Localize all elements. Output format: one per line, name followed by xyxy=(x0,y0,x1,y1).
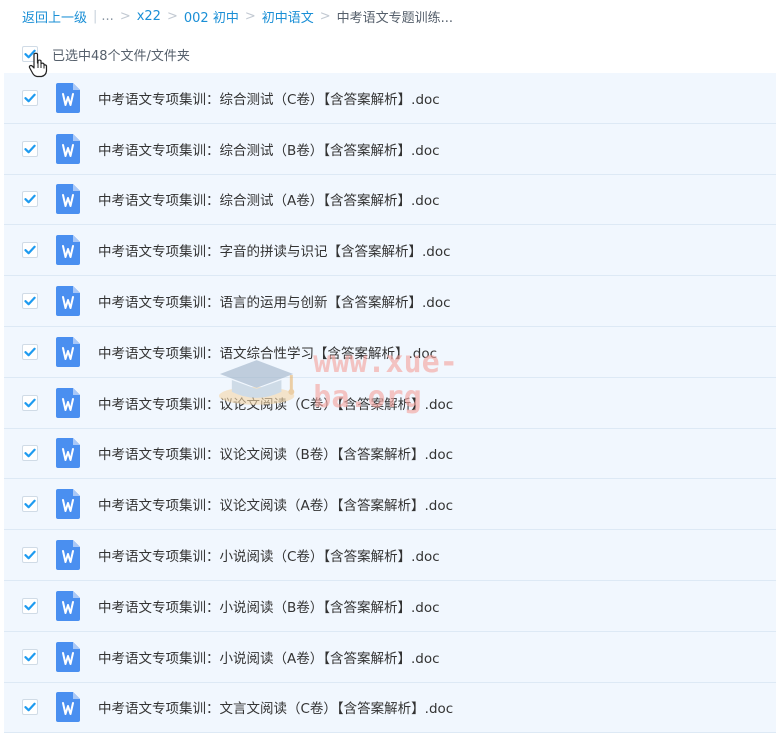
checkmark-icon xyxy=(24,398,36,407)
selection-count-label: 已选中48个文件/文件夹 xyxy=(52,48,190,64)
word-doc-icon xyxy=(56,641,80,672)
breadcrumb-divider: | xyxy=(93,8,98,24)
checkmark-icon xyxy=(24,144,36,153)
file-checkbox[interactable] xyxy=(22,394,38,411)
checkmark-icon xyxy=(24,49,36,59)
breadcrumb-item-junior-high[interactable]: 002 初中 xyxy=(184,7,239,26)
file-name[interactable]: 中考语文专项集训：议论文阅读（C卷）【含答案解析】.doc xyxy=(98,393,453,413)
file-row[interactable]: 中考语文专项集训：文言文阅读（C卷）【含答案解析】.doc xyxy=(4,682,776,734)
breadcrumb-separator: > xyxy=(119,8,131,24)
breadcrumb-ellipsis[interactable]: ... xyxy=(101,9,113,24)
file-name[interactable]: 中考语文专项集训：小说阅读（A卷）【含答案解析】.doc xyxy=(98,647,440,667)
checkmark-icon xyxy=(24,499,36,509)
checkmark-icon xyxy=(24,296,36,306)
select-all-bar: 已选中48个文件/文件夹 xyxy=(22,44,190,64)
file-row[interactable]: 中考语文专项集训：综合测试（B卷）【含答案解析】.doc xyxy=(4,123,776,175)
breadcrumb-separator: > xyxy=(319,8,331,24)
word-doc-icon xyxy=(56,336,80,367)
checkmark-icon xyxy=(24,347,36,357)
file-name[interactable]: 中考语文专项集训：综合测试（B卷）【含答案解析】.doc xyxy=(98,139,440,159)
file-name[interactable]: 中考语文专项集训：综合测试（C卷）【含答案解析】.doc xyxy=(98,88,440,108)
breadcrumb-separator: > xyxy=(166,8,178,24)
file-browser: 返回上一级 | ... > x22 > 002 初中 > 初中语文 > 中考语文… xyxy=(0,0,776,756)
file-checkbox[interactable] xyxy=(22,547,38,564)
file-row[interactable]: 中考语文专项集训：议论文阅读（C卷）【含答案解析】.doc xyxy=(4,377,776,429)
file-name[interactable]: 中考语文专项集训：小说阅读（B卷）【含答案解析】.doc xyxy=(98,596,440,616)
file-checkbox[interactable] xyxy=(22,445,38,462)
word-doc-icon xyxy=(56,438,80,469)
file-row[interactable]: 中考语文专项集训：议论文阅读（B卷）【含答案解析】.doc xyxy=(4,428,776,480)
file-checkbox[interactable] xyxy=(22,191,38,208)
file-checkbox[interactable] xyxy=(22,597,38,614)
word-doc-icon xyxy=(56,286,80,317)
file-row[interactable]: 中考语文专项集训：综合测试（C卷）【含答案解析】.doc xyxy=(4,73,776,124)
file-name[interactable]: 中考语文专项集训：议论文阅读（A卷）【含答案解析】.doc xyxy=(98,494,453,514)
word-doc-icon xyxy=(56,133,80,164)
checkmark-icon xyxy=(24,195,36,204)
file-row[interactable]: 中考语文专项集训：综合测试（A卷）【含答案解析】.doc xyxy=(4,174,776,226)
checkmark-icon xyxy=(24,245,36,255)
back-link[interactable]: 返回上一级 xyxy=(22,7,87,26)
file-name[interactable]: 中考语文专项集训：小说阅读（C卷）【含答案解析】.doc xyxy=(98,545,440,565)
file-checkbox[interactable] xyxy=(22,343,38,360)
file-checkbox[interactable] xyxy=(22,496,38,513)
select-all-checkbox[interactable] xyxy=(22,46,38,62)
file-checkbox[interactable] xyxy=(22,242,38,259)
file-checkbox[interactable] xyxy=(22,293,38,310)
breadcrumb-separator: > xyxy=(244,8,256,24)
file-row[interactable]: 中考语文专项集训：小说阅读（B卷）【含答案解析】.doc xyxy=(4,580,776,632)
word-doc-icon xyxy=(56,82,80,113)
checkmark-icon xyxy=(24,93,36,103)
file-name[interactable]: 中考语文专项集训：字音的拼读与识记【含答案解析】.doc xyxy=(98,240,451,260)
file-name[interactable]: 中考语文专项集训：议论文阅读（B卷）【含答案解析】.doc xyxy=(98,443,453,463)
file-name[interactable]: 中考语文专项集训：语文综合性学习【含答案解析】.doc xyxy=(98,342,437,362)
breadcrumb: 返回上一级 | ... > x22 > 002 初中 > 初中语文 > 中考语文… xyxy=(22,6,453,26)
file-row[interactable]: 中考语文专项集训：语言的运用与创新【含答案解析】.doc xyxy=(4,276,776,327)
file-checkbox[interactable] xyxy=(22,648,38,665)
file-row[interactable]: 中考语文专项集训：语文综合性学习【含答案解析】.doc xyxy=(4,326,776,378)
file-name[interactable]: 中考语文专项集训：语言的运用与创新【含答案解析】.doc xyxy=(98,291,451,311)
word-doc-icon xyxy=(56,590,80,621)
breadcrumb-current: 中考语文专题训练... xyxy=(336,10,454,26)
file-row[interactable]: 中考语文专项集训：小说阅读（C卷）【含答案解析】.doc xyxy=(4,530,776,581)
file-name[interactable]: 中考语文专项集训：综合测试（A卷）【含答案解析】.doc xyxy=(98,189,440,209)
file-checkbox[interactable] xyxy=(22,140,38,157)
breadcrumb-item-x22[interactable]: x22 xyxy=(137,9,161,24)
checkmark-icon xyxy=(24,703,36,712)
file-checkbox[interactable] xyxy=(22,699,38,716)
file-name[interactable]: 中考语文专项集训：文言文阅读（C卷）【含答案解析】.doc xyxy=(98,697,453,717)
file-row[interactable]: 中考语文专项集训：小说阅读（A卷）【含答案解析】.doc xyxy=(4,631,776,683)
word-doc-icon xyxy=(56,235,80,266)
word-doc-icon xyxy=(56,387,80,418)
checkmark-icon xyxy=(24,449,36,458)
word-doc-icon xyxy=(56,489,80,520)
file-list: 中考语文专项集训：综合测试（C卷）【含答案解析】.doc 中考语文专项集训：综合测… xyxy=(4,73,776,734)
checkmark-icon xyxy=(24,652,36,661)
file-row[interactable]: 中考语文专项集训：议论文阅读（A卷）【含答案解析】.doc xyxy=(4,479,776,531)
checkmark-icon xyxy=(24,550,36,560)
breadcrumb-item-chinese[interactable]: 初中语文 xyxy=(262,7,314,26)
file-row[interactable]: 中考语文专项集训：字音的拼读与识记【含答案解析】.doc xyxy=(4,225,776,277)
word-doc-icon xyxy=(56,540,80,571)
word-doc-icon xyxy=(56,692,80,723)
checkmark-icon xyxy=(24,601,36,611)
word-doc-icon xyxy=(56,184,80,215)
file-checkbox[interactable] xyxy=(22,89,38,106)
